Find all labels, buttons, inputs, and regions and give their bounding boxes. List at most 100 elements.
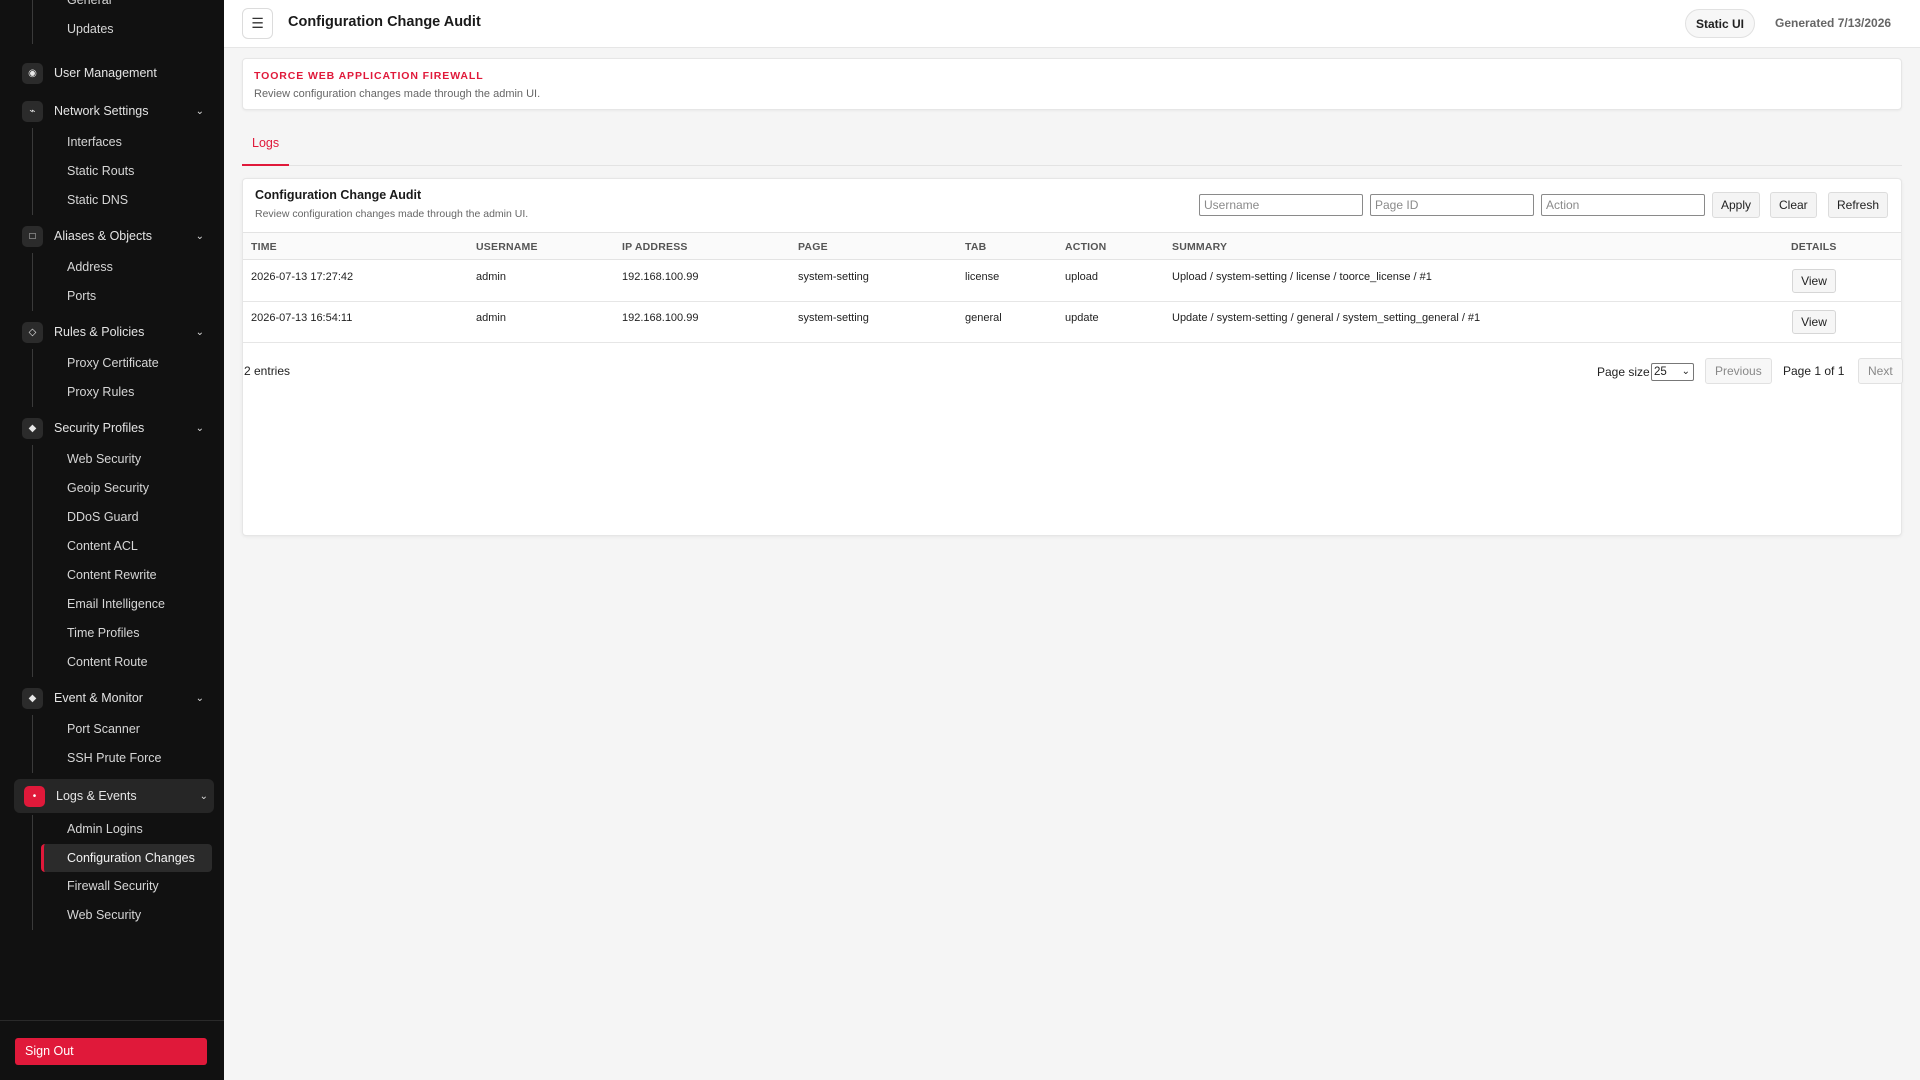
objects-icon: □ <box>22 225 43 247</box>
cell-ip-address: 192.168.100.99 <box>622 271 699 283</box>
sidebar-scroll-area[interactable]: General Updates ◉ User Management ⌁ Netw… <box>0 0 224 930</box>
sidebar-item-label: Aliases & Objects <box>54 229 152 243</box>
sidebar-item-admin-logins[interactable]: Admin Logins <box>0 815 224 844</box>
sidebar-item-aliases-objects[interactable]: □ Aliases & Objects ⌄ <box>0 219 224 253</box>
sidebar-item-logs-events[interactable]: • Logs & Events ⌄ <box>14 779 214 813</box>
column-header-time: TIME <box>251 241 277 253</box>
sidebar-item-geoip-security[interactable]: Geoip Security <box>0 474 224 503</box>
sidebar-group-aliases-objects: □ Aliases & Objects ⌄ Address Ports <box>0 219 224 311</box>
apply-button[interactable]: Apply <box>1712 192 1761 218</box>
refresh-button[interactable]: Refresh <box>1828 192 1889 218</box>
column-header-username: USERNAME <box>476 241 538 253</box>
page-size-select[interactable]: 25 ⌄ <box>1651 363 1694 381</box>
sidebar-item-content-acl[interactable]: Content ACL <box>0 532 224 561</box>
sidebar-item-static-dns[interactable]: Static DNS <box>0 186 224 215</box>
sidebar-item-user-management[interactable]: ◉ User Management <box>0 56 224 90</box>
cell-tab: license <box>965 271 1000 283</box>
sidebar-item-proxy-rules[interactable]: Proxy Rules <box>0 378 224 407</box>
previous-page-button[interactable]: Previous <box>1705 358 1772 384</box>
sidebar-item-rules-policies[interactable]: ◇ Rules & Policies ⌄ <box>0 315 224 349</box>
sidebar-item-security-profiles[interactable]: ◆ Security Profiles ⌄ <box>0 411 224 445</box>
menu-toggle-button[interactable]: ☰ <box>242 8 273 39</box>
sidebar-item-proxy-certificate[interactable]: Proxy Certificate <box>0 349 224 378</box>
sidebar-submenu: Proxy Certificate Proxy Rules <box>0 349 224 407</box>
cell-action: upload <box>1065 271 1099 283</box>
sidebar-group-rules-policies: ◇ Rules & Policies ⌄ Proxy Certificate P… <box>0 315 224 407</box>
sidebar-item-web-security[interactable]: Web Security <box>0 445 224 474</box>
sidebar-group-logs-events: • Logs & Events ⌄ Admin Logins Configura… <box>0 779 224 930</box>
sidebar-item-network-settings[interactable]: ⌁ Network Settings ⌄ <box>0 94 224 128</box>
sidebar-item-time-profiles[interactable]: Time Profiles <box>0 619 224 648</box>
sidebar-item-label: Security Profiles <box>54 421 145 435</box>
sidebar-item-label: Event & Monitor <box>54 691 143 705</box>
sidebar-footer: Sign Out <box>0 1020 224 1080</box>
sign-out-button[interactable]: Sign Out <box>15 1038 207 1065</box>
cell-action: update <box>1065 312 1099 324</box>
page-size-label: Page size <box>1597 365 1650 379</box>
column-header-page: PAGE <box>798 241 828 253</box>
clear-button[interactable]: Clear <box>1770 192 1817 218</box>
sidebar-item-interfaces[interactable]: Interfaces <box>0 128 224 157</box>
static-ui-badge: Static UI <box>1685 9 1756 38</box>
chevron-down-icon: ⌄ <box>199 790 208 802</box>
sidebar-submenu: Address Ports <box>0 253 224 311</box>
page-id-filter-input[interactable] <box>1370 194 1534 216</box>
view-details-button[interactable]: View <box>1792 269 1836 293</box>
cell-page: system-setting <box>798 312 869 324</box>
sidebar-group-network-settings: ⌁ Network Settings ⌄ Interfaces Static R… <box>0 94 224 215</box>
sidebar-item-port-scanner[interactable]: Port Scanner <box>0 715 224 744</box>
page-size-value: 25 <box>1654 366 1667 378</box>
card-description: Review configuration changes made throug… <box>255 208 529 220</box>
sidebar-item-label: Rules & Policies <box>54 325 145 339</box>
generated-date: Generated 7/13/2026 <box>1775 16 1892 30</box>
sidebar-item-content-route[interactable]: Content Route <box>0 648 224 677</box>
topbar: ☰ Configuration Change Audit Static UI G… <box>224 0 1920 48</box>
cell-summary: Upload / system-setting / license / toor… <box>1172 271 1432 283</box>
cell-page: system-setting <box>798 271 869 283</box>
column-header-action: ACTION <box>1065 241 1107 253</box>
sidebar-item-static-routs[interactable]: Static Routs <box>0 157 224 186</box>
table-header: TIME USERNAME IP ADDRESS PAGE TAB ACTION… <box>243 232 1901 260</box>
chevron-down-icon: ⌄ <box>195 692 204 704</box>
chevron-down-icon: ⌄ <box>195 326 204 338</box>
column-header-summary: SUMMARY <box>1172 241 1228 253</box>
sidebar-item-logs-web-security[interactable]: Web Security <box>0 901 224 930</box>
table-row: 2026-07-13 16:54:11 admin 192.168.100.99… <box>243 302 1901 343</box>
sidebar-item-general[interactable]: General <box>0 0 224 15</box>
view-details-button[interactable]: View <box>1792 310 1836 334</box>
sidebar-item-label: Logs & Events <box>56 789 137 803</box>
sidebar-item-firewall-security[interactable]: Firewall Security <box>0 872 224 901</box>
sidebar-item-updates[interactable]: Updates <box>0 15 224 44</box>
sidebar-item-ddos-guard[interactable]: DDoS Guard <box>0 503 224 532</box>
sidebar-item-ports[interactable]: Ports <box>0 282 224 311</box>
sidebar-item-event-monitor[interactable]: ◆ Event & Monitor ⌄ <box>0 681 224 715</box>
sidebar-submenu: Interfaces Static Routs Static DNS <box>0 128 224 215</box>
sidebar-item-content-rewrite[interactable]: Content Rewrite <box>0 561 224 590</box>
tab-logs[interactable]: Logs <box>242 128 290 166</box>
monitor-icon: ◆ <box>22 687 43 709</box>
sidebar-item-address[interactable]: Address <box>0 253 224 282</box>
sidebar-group-event-monitor: ◆ Event & Monitor ⌄ Port Scanner SSH Pru… <box>0 681 224 773</box>
cell-time: 2026-07-13 17:27:42 <box>251 271 354 283</box>
username-filter-input[interactable] <box>1199 194 1363 216</box>
sidebar-item-label: Network Settings <box>54 104 149 118</box>
page-info: Page 1 of 1 <box>1783 364 1845 378</box>
hamburger-icon: ☰ <box>251 15 264 31</box>
entries-count: 2 entries <box>244 364 291 378</box>
chevron-down-icon: ⌄ <box>195 105 204 117</box>
page-title: Configuration Change Audit <box>288 14 481 30</box>
column-header-details: DETAILS <box>1791 241 1837 253</box>
next-page-button[interactable]: Next <box>1858 358 1903 384</box>
sidebar-submenu: Admin Logins Configuration Changes Firew… <box>0 815 224 930</box>
action-filter-input[interactable] <box>1541 194 1705 216</box>
sidebar-item-configuration-changes[interactable]: Configuration Changes <box>41 844 212 872</box>
sidebar-item-email-intelligence[interactable]: Email Intelligence <box>0 590 224 619</box>
chevron-down-icon: ⌄ <box>195 422 204 434</box>
user-icon: ◉ <box>22 62 43 84</box>
sidebar-item-ssh-prute-force[interactable]: SSH Prute Force <box>0 744 224 773</box>
chevron-down-icon: ⌄ <box>1681 366 1690 377</box>
rules-icon: ◇ <box>22 321 43 343</box>
brand-name: TOORCE WEB APPLICATION FIREWALL <box>254 70 484 82</box>
cell-ip-address: 192.168.100.99 <box>622 312 699 324</box>
sidebar-group-security-profiles: ◆ Security Profiles ⌄ Web Security Geoip… <box>0 411 224 677</box>
